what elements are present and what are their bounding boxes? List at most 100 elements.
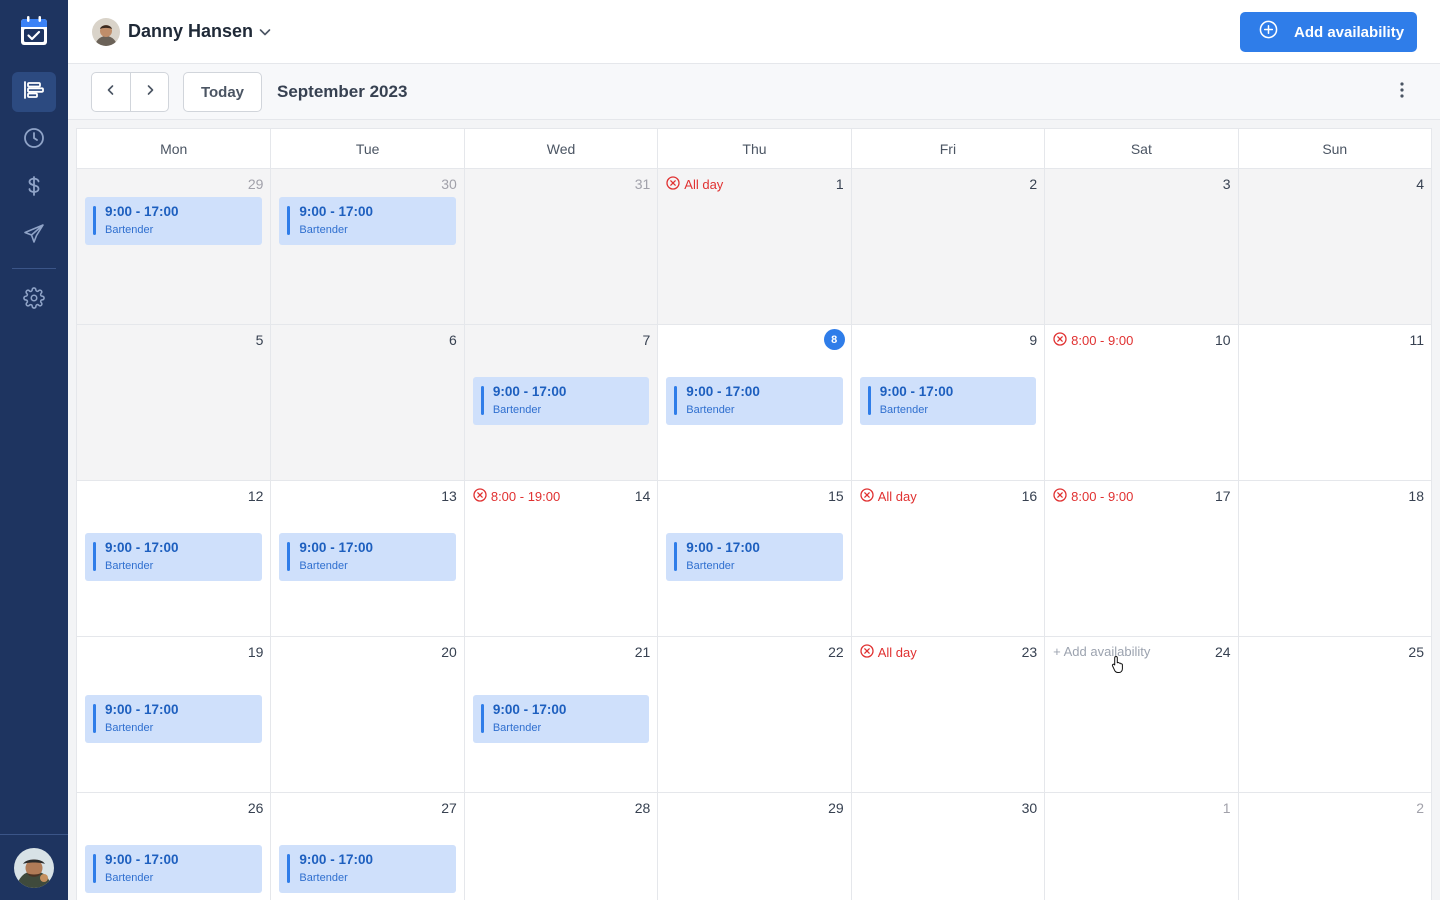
day-number: 26	[247, 800, 264, 816]
calendar-day-cell[interactable]: 2	[1237, 793, 1431, 900]
prev-month-button[interactable]	[92, 73, 130, 111]
calendar-day-cell[interactable]: 4	[1237, 169, 1431, 324]
calendar-day-cell[interactable]: 1	[1044, 793, 1237, 900]
calendar-day-cell[interactable]: 3	[1044, 169, 1238, 324]
x-circle-icon	[473, 488, 487, 505]
availability-event[interactable]: 9:00 - 17:00 Bartender	[85, 845, 263, 893]
calendar-day-cell[interactable]: 8 9:00 - 17:00 Bartender	[657, 325, 850, 480]
x-circle-icon	[1053, 332, 1067, 349]
event-role: Bartender	[879, 404, 929, 416]
today-button[interactable]: Today	[183, 72, 262, 112]
unavailability-marker[interactable]: All day	[666, 176, 723, 193]
day-number: 2	[1416, 800, 1424, 816]
availability-event[interactable]: 9:00 - 17:00 Bartender	[472, 695, 650, 743]
hand-pointer-icon	[1111, 655, 1125, 673]
availability-event[interactable]: 9:00 - 17:00 Bartender	[85, 197, 263, 245]
x-circle-icon	[860, 644, 874, 661]
calendar-day-cell[interactable]: 11	[1237, 325, 1431, 480]
day-number: 13	[441, 488, 457, 504]
availability-event[interactable]: 9:00 - 17:00 Bartender	[859, 377, 1037, 425]
add-availability-button[interactable]: Add availability	[1240, 12, 1417, 52]
event-time: 9:00 - 17:00	[492, 702, 567, 717]
calendar-day-cell[interactable]: 27 9:00 - 17:00 Bartender	[270, 793, 463, 900]
calendar-day-cell[interactable]: 14 8:00 - 19:00	[463, 481, 657, 636]
calendar-day-cell[interactable]: 29 9:00 - 17:00 Bartender	[77, 169, 271, 324]
calendar-day-cell[interactable]: 2	[850, 169, 1045, 324]
day-number: 6	[449, 332, 457, 348]
availability-event[interactable]: 9:00 - 17:00 Bartender	[666, 533, 843, 581]
availability-event[interactable]: 9:00 - 17:00 Bartender	[666, 377, 843, 425]
calendar-day-cell[interactable]: 22	[657, 637, 850, 792]
event-role: Bartender	[299, 872, 348, 884]
calendar-day-cell[interactable]: 7 9:00 - 17:00 Bartender	[463, 325, 658, 480]
more-options-button[interactable]	[1390, 80, 1414, 104]
calendar-day-cell[interactable]: 12 9:00 - 17:00 Bartender	[77, 481, 270, 636]
calendar-check-icon[interactable]	[18, 14, 50, 48]
availability-event[interactable]: 9:00 - 17:00 Bartender	[279, 533, 456, 581]
unavailability-marker[interactable]: 8:00 - 9:00	[1053, 332, 1133, 349]
calendar-day-cell[interactable]: 25	[1237, 637, 1431, 792]
availability-event[interactable]: 9:00 - 17:00 Bartender	[279, 845, 456, 893]
day-number: 21	[634, 644, 651, 660]
unavailability-marker[interactable]: All day	[860, 644, 917, 661]
sidebar-item-time[interactable]	[12, 120, 56, 160]
calendar-day-cell[interactable]: 30	[850, 793, 1044, 900]
availability-event[interactable]: 9:00 - 17:00 Bartender	[85, 695, 263, 743]
availability-event[interactable]: 9:00 - 17:00 Bartender	[472, 377, 650, 425]
top-header: Danny Hansen Add availability	[68, 0, 1440, 64]
availability-event[interactable]: 9:00 - 17:00 Bartender	[85, 533, 263, 581]
calendar-day-cell[interactable]: 24 + Add availability	[1044, 637, 1237, 792]
unavailability-marker[interactable]: 8:00 - 19:00	[473, 488, 560, 505]
calendar-day-cell[interactable]: 18	[1237, 481, 1431, 636]
dollar-icon	[23, 175, 45, 202]
day-number: 1	[1222, 800, 1231, 816]
day-number: 11	[1409, 332, 1424, 348]
sidebar-item-schedule[interactable]	[12, 72, 56, 112]
sidebar-item-settings[interactable]	[12, 280, 56, 320]
avatar[interactable]	[14, 848, 54, 888]
user-name[interactable]: Danny Hansen	[128, 21, 253, 42]
sidebar-item-payroll[interactable]	[12, 168, 56, 208]
calendar-day-cell[interactable]: 20	[270, 637, 463, 792]
chevron-down-icon[interactable]	[258, 25, 272, 39]
clock-icon	[23, 127, 45, 154]
calendar-day-cell[interactable]: 1 All day	[657, 169, 851, 324]
calendar-day-cell[interactable]: 31	[463, 169, 658, 324]
calendar-day-cell[interactable]: 21 9:00 - 17:00 Bartender	[463, 637, 657, 792]
calendar-day-cell[interactable]: 13 9:00 - 17:00 Bartender	[270, 481, 463, 636]
event-role: Bartender	[299, 224, 348, 236]
day-number: 23	[1021, 644, 1038, 660]
month-calendar: Mon Tue Wed Thu Fri Sat Sun 29 9:00 - 17:…	[76, 128, 1432, 900]
calendar-day-cell[interactable]: 16 All day	[850, 481, 1044, 636]
calendar-day-cell[interactable]: 26 9:00 - 17:00 Bartender	[77, 793, 270, 900]
availability-event[interactable]: 9:00 - 17:00 Bartender	[279, 197, 456, 245]
calendar-day-cell[interactable]: 9 9:00 - 17:00 Bartender	[850, 325, 1044, 480]
event-time: 9:00 - 17:00	[105, 852, 179, 867]
calendar-day-cell[interactable]: 6	[270, 325, 464, 480]
calendar-day-cell[interactable]: 19 9:00 - 17:00 Bartender	[77, 637, 270, 792]
next-month-button[interactable]	[130, 73, 168, 111]
event-time: 9:00 - 17:00	[105, 540, 179, 555]
add-availability-link[interactable]: + Add availability	[1053, 644, 1150, 659]
sidebar-item-time-off[interactable]	[12, 216, 56, 256]
calendar-day-cell[interactable]: 23 All day	[850, 637, 1044, 792]
day-number: 27	[441, 800, 457, 816]
calendar-day-cell[interactable]: 5	[77, 325, 271, 480]
calendar-day-cell[interactable]: 28	[463, 793, 657, 900]
gear-icon	[23, 286, 45, 314]
day-number: 30	[1021, 800, 1038, 816]
calendar-day-cell[interactable]: 17 8:00 - 9:00	[1044, 481, 1237, 636]
day-number: 31	[634, 176, 651, 192]
calendar-day-cell[interactable]: 10 8:00 - 9:00	[1044, 325, 1237, 480]
calendar-day-cell[interactable]: 29	[657, 793, 850, 900]
weekday-header: Tue	[270, 129, 463, 168]
calendar-day-cell[interactable]: 30 9:00 - 17:00 Bartender	[270, 169, 464, 324]
unavailability-marker[interactable]: 8:00 - 9:00	[1053, 488, 1133, 505]
calendar-day-cell[interactable]: 15 9:00 - 17:00 Bartender	[657, 481, 850, 636]
unavailability-time: 8:00 - 19:00	[490, 489, 561, 504]
unavailability-time: 8:00 - 9:00	[1071, 333, 1134, 348]
day-number: 15	[828, 488, 844, 504]
unavailability-marker[interactable]: All day	[860, 488, 917, 505]
user-avatar[interactable]	[92, 18, 120, 46]
event-time: 9:00 - 17:00	[299, 204, 373, 219]
